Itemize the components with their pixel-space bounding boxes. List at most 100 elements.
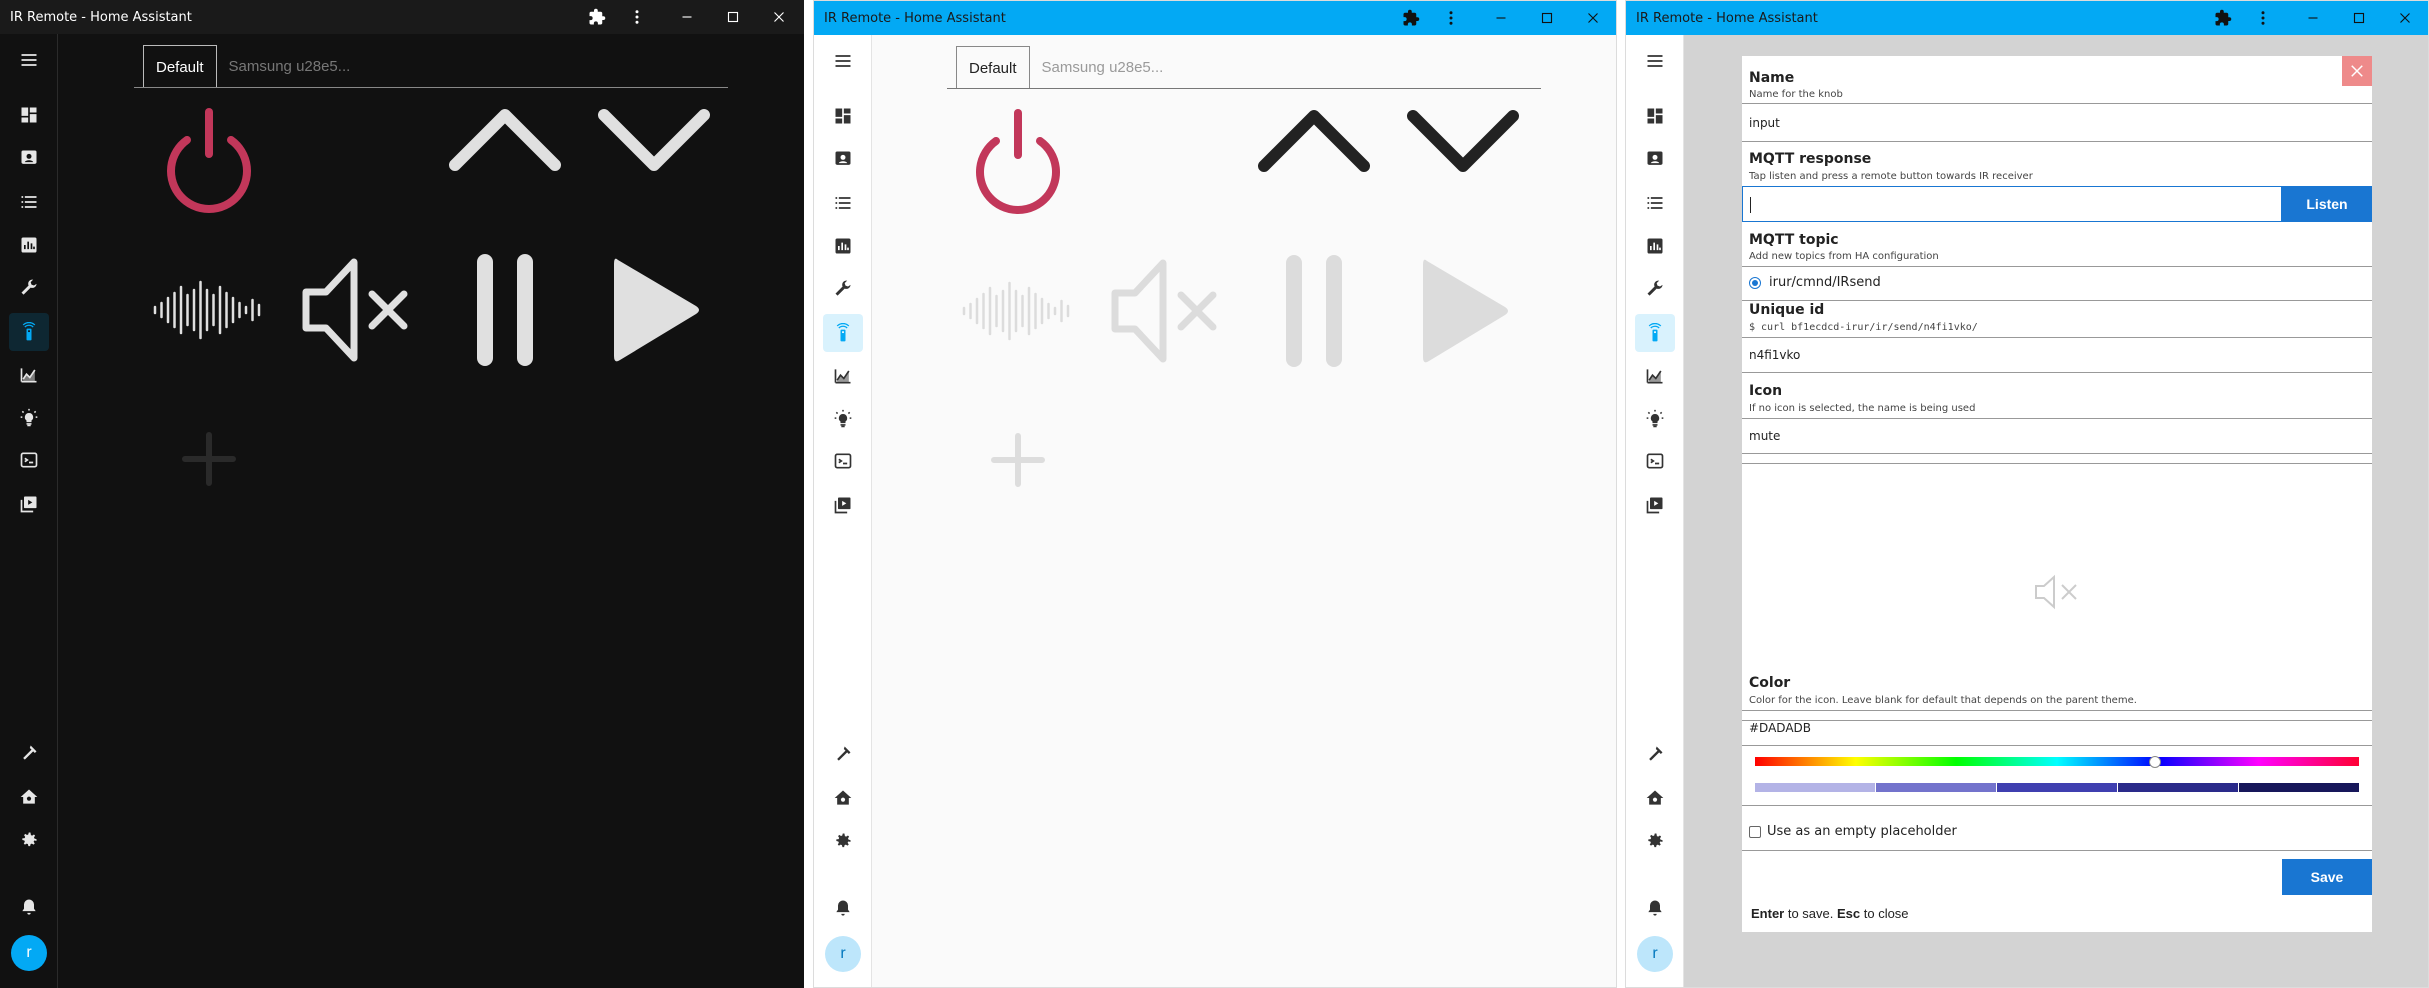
sidebar-item-energy[interactable] xyxy=(1635,357,1675,395)
user-avatar[interactable]: r xyxy=(11,935,47,971)
minimize-button[interactable] xyxy=(1478,1,1524,35)
remote-button-play[interactable] xyxy=(584,240,724,380)
sidebar-item-hammer[interactable] xyxy=(823,735,863,773)
shade-swatch[interactable] xyxy=(1755,783,1876,792)
remote-button-add[interactable] xyxy=(948,390,1088,530)
tab-default[interactable]: Default xyxy=(143,45,217,88)
name-input[interactable]: input xyxy=(1749,116,1780,130)
sidebar-item-media[interactable] xyxy=(823,486,863,524)
sidebar-item-wrench[interactable] xyxy=(9,269,49,307)
icon-input[interactable]: mute xyxy=(1749,429,1780,443)
topic-radio[interactable] xyxy=(1749,277,1761,289)
sidebar-item-map[interactable] xyxy=(1635,140,1675,178)
shade-swatch[interactable] xyxy=(2239,783,2359,792)
remote-button-up[interactable] xyxy=(1244,71,1384,211)
remote-button-play[interactable] xyxy=(1393,241,1533,381)
window-title: IR Remote - Home Assistant xyxy=(824,10,1006,26)
sidebar-item-history[interactable] xyxy=(823,227,863,265)
shade-swatch[interactable] xyxy=(1997,783,2118,792)
sidebar-item-hammer[interactable] xyxy=(1635,735,1675,773)
remote-button-voice[interactable] xyxy=(139,240,279,380)
remote-button-mute[interactable] xyxy=(1097,241,1237,381)
sidebar-item-media[interactable] xyxy=(9,485,49,523)
maximize-button[interactable] xyxy=(710,0,756,34)
sidebar-item-map[interactable] xyxy=(9,139,49,177)
color-input[interactable]: #DADADB xyxy=(1749,721,1811,735)
hue-slider[interactable] xyxy=(1755,757,2359,766)
sidebar-item-hammer[interactable] xyxy=(9,734,49,772)
remote-button-pause[interactable] xyxy=(435,240,575,380)
sidebar-item-lightbulb[interactable] xyxy=(9,399,49,437)
sidebar-item-menu[interactable] xyxy=(1635,42,1675,80)
sidebar-item-bell[interactable] xyxy=(823,889,863,927)
listen-button[interactable]: Listen xyxy=(2282,186,2372,222)
sidebar-item-energy[interactable] xyxy=(9,356,49,394)
sidebar-item-terminal[interactable] xyxy=(823,442,863,480)
save-button[interactable]: Save xyxy=(2282,859,2372,895)
sidebar-item-map[interactable] xyxy=(823,140,863,178)
user-avatar[interactable]: r xyxy=(1637,936,1673,972)
sidebar-item-bell[interactable] xyxy=(1635,889,1675,927)
remote-button-down[interactable] xyxy=(584,70,724,210)
sidebar-item-bell[interactable] xyxy=(9,888,49,926)
unique-id-input[interactable]: n4fi1vko xyxy=(1749,348,1800,362)
sidebar-item-dashboard[interactable] xyxy=(9,96,49,134)
sidebar-item-gear[interactable] xyxy=(823,822,863,860)
sidebar-item-menu[interactable] xyxy=(823,42,863,80)
sidebar-item-home-settings[interactable] xyxy=(823,779,863,817)
sidebar-item-remote[interactable] xyxy=(1635,314,1675,352)
sidebar-item-remote[interactable] xyxy=(9,313,49,351)
sidebar-item-lightbulb[interactable] xyxy=(823,400,863,438)
sidebar-item-lightbulb[interactable] xyxy=(1635,400,1675,438)
tab-default[interactable]: Default xyxy=(956,46,1030,89)
mqtt-response-input[interactable] xyxy=(1742,186,2282,222)
remote-button-mute[interactable] xyxy=(288,240,428,380)
power-icon xyxy=(167,108,251,213)
sidebar-item-dashboard[interactable] xyxy=(823,97,863,135)
sidebar-item-logbook[interactable] xyxy=(823,184,863,222)
sidebar-item-home-settings[interactable] xyxy=(9,778,49,816)
close-button[interactable] xyxy=(1570,1,1616,35)
sidebar-item-terminal[interactable] xyxy=(1635,442,1675,480)
sidebar-item-home-settings[interactable] xyxy=(1635,779,1675,817)
remote-button-voice[interactable] xyxy=(948,241,1088,381)
sidebar-item-gear[interactable] xyxy=(9,821,49,859)
user-avatar[interactable]: r xyxy=(825,936,861,972)
sidebar-item-dashboard[interactable] xyxy=(1635,97,1675,135)
more-button[interactable] xyxy=(1428,1,1474,35)
remote-button-down[interactable] xyxy=(1393,71,1533,211)
sidebar-item-energy[interactable] xyxy=(823,357,863,395)
sidebar-item-media[interactable] xyxy=(1635,486,1675,524)
maximize-button[interactable] xyxy=(2336,1,2382,35)
minimize-button[interactable] xyxy=(664,0,710,34)
sidebar-item-history[interactable] xyxy=(9,226,49,264)
sidebar-item-logbook[interactable] xyxy=(9,183,49,221)
hue-slider-handle[interactable] xyxy=(2149,756,2161,768)
sidebar-item-remote[interactable] xyxy=(823,314,863,352)
tab-device[interactable]: Samsung u28e5... xyxy=(217,45,363,88)
sidebar-item-terminal[interactable] xyxy=(9,441,49,479)
sidebar-item-logbook[interactable] xyxy=(1635,184,1675,222)
remote-button-up[interactable] xyxy=(435,70,575,210)
remote-button-power[interactable] xyxy=(948,93,1088,233)
sidebar-item-history[interactable] xyxy=(1635,227,1675,265)
dialog-close-button[interactable] xyxy=(2342,56,2372,86)
tab-device[interactable]: Samsung u28e5... xyxy=(1030,46,1176,89)
minimize-button[interactable] xyxy=(2290,1,2336,35)
maximize-button[interactable] xyxy=(1524,1,1570,35)
sidebar-item-menu[interactable] xyxy=(9,41,49,79)
sidebar-item-gear[interactable] xyxy=(1635,822,1675,860)
sidebar-item-wrench[interactable] xyxy=(1635,270,1675,308)
shade-swatch[interactable] xyxy=(2118,783,2239,792)
remote-button-power[interactable] xyxy=(139,92,279,232)
close-button[interactable] xyxy=(2382,1,2428,35)
remote-button-pause[interactable] xyxy=(1244,241,1384,381)
sidebar-item-wrench[interactable] xyxy=(823,270,863,308)
placeholder-checkbox[interactable] xyxy=(1749,826,1761,838)
close-button[interactable] xyxy=(756,0,802,34)
more-button[interactable] xyxy=(2240,1,2286,35)
shade-swatch[interactable] xyxy=(1876,783,1997,792)
tab-bar: Default Samsung u28e5... xyxy=(143,45,362,88)
more-button[interactable] xyxy=(614,0,660,34)
remote-button-add[interactable] xyxy=(139,389,279,529)
